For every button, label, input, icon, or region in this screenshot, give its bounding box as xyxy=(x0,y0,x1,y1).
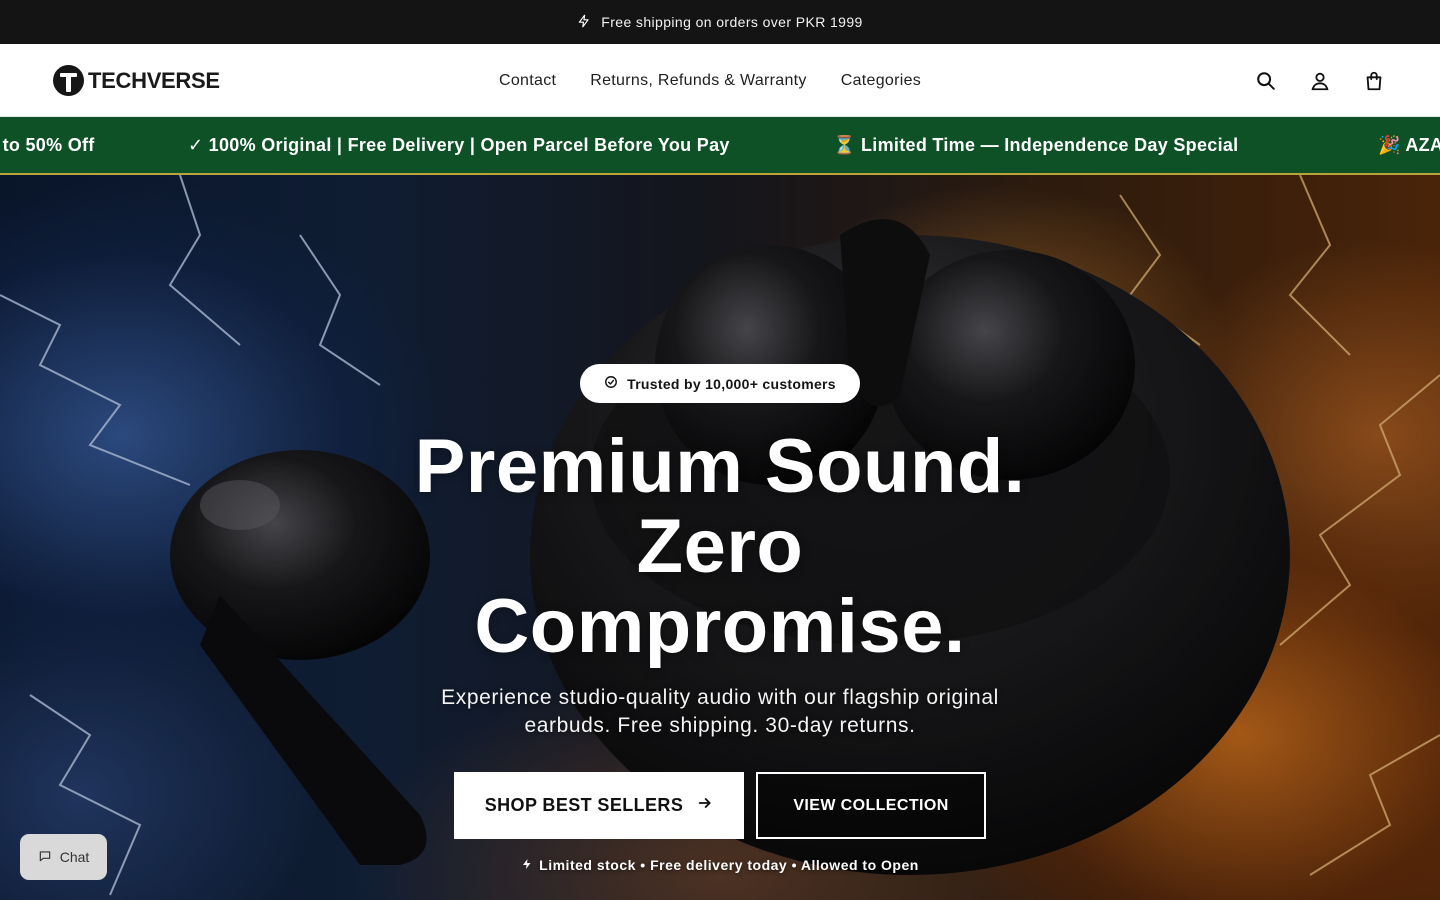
hero-note-text: Limited stock • Free delivery today • Al… xyxy=(539,857,919,873)
marquee-item: 🎉 AZA xyxy=(1378,135,1440,155)
shop-best-sellers-label: SHOP BEST SELLERS xyxy=(484,795,684,815)
brand-logo[interactable]: TECHVERSE xyxy=(53,64,220,97)
view-collection-button[interactable]: VIEW COLLECTION xyxy=(756,772,986,839)
nav-link-contact[interactable]: Contact xyxy=(482,72,573,90)
lightning-icon xyxy=(521,857,533,873)
arrow-right-icon xyxy=(697,795,713,816)
hero-headline: Premium Sound. Zero Compromise. xyxy=(320,427,1120,667)
marquee-item: ⏳ Limited Time — Independence Day Specia… xyxy=(833,135,1239,155)
headline-line: Premium Sound. xyxy=(414,424,1026,509)
chat-button[interactable]: Chat xyxy=(20,834,107,880)
trust-badge: Trusted by 10,000+ customers xyxy=(580,364,860,403)
chat-bubble-icon xyxy=(38,849,52,866)
hero-subtext: Experience studio-quality audio with our… xyxy=(441,686,999,737)
logo-mark-icon xyxy=(53,65,84,96)
cart-icon[interactable] xyxy=(1356,63,1392,99)
shop-best-sellers-button[interactable]: SHOP BEST SELLERS xyxy=(454,772,744,839)
lightning-icon xyxy=(577,14,591,31)
trust-badge-text: Trusted by 10,000+ customers xyxy=(627,375,836,392)
account-icon[interactable] xyxy=(1302,63,1338,99)
main-nav: Contact Returns, Refunds & Warranty Cate… xyxy=(482,44,938,117)
hero-note: Limited stock • Free delivery today • Al… xyxy=(440,857,1000,873)
site-header: TECHVERSE Contact Returns, Refunds & War… xyxy=(0,44,1440,117)
marquee-item: ✓ 100% Original | Free Delivery | Open P… xyxy=(188,135,730,155)
headline-line: Compromise. xyxy=(474,584,966,669)
header-actions xyxy=(1248,63,1392,99)
marquee-track: p to 50% Off ✓ 100% Original | Free Deli… xyxy=(0,117,1440,173)
hero-section: Trusted by 10,000+ customers Premium Sou… xyxy=(0,175,1440,900)
promo-marquee: p to 50% Off ✓ 100% Original | Free Deli… xyxy=(0,117,1440,175)
nav-link-returns[interactable]: Returns, Refunds & Warranty xyxy=(573,72,823,90)
headline-line: Zero xyxy=(636,504,804,589)
brand-name: TECHVERSE xyxy=(88,67,220,93)
marquee-item: p to 50% Off xyxy=(0,135,95,155)
nav-link-categories[interactable]: Categories xyxy=(824,72,938,90)
chat-label: Chat xyxy=(59,849,90,865)
view-collection-label: VIEW COLLECTION xyxy=(793,796,949,814)
search-icon[interactable] xyxy=(1248,63,1284,99)
check-circle-icon xyxy=(604,375,618,392)
announcement-bar: Free shipping on orders over PKR 1999 xyxy=(0,0,1440,44)
announcement-text: Free shipping on orders over PKR 1999 xyxy=(601,14,863,30)
